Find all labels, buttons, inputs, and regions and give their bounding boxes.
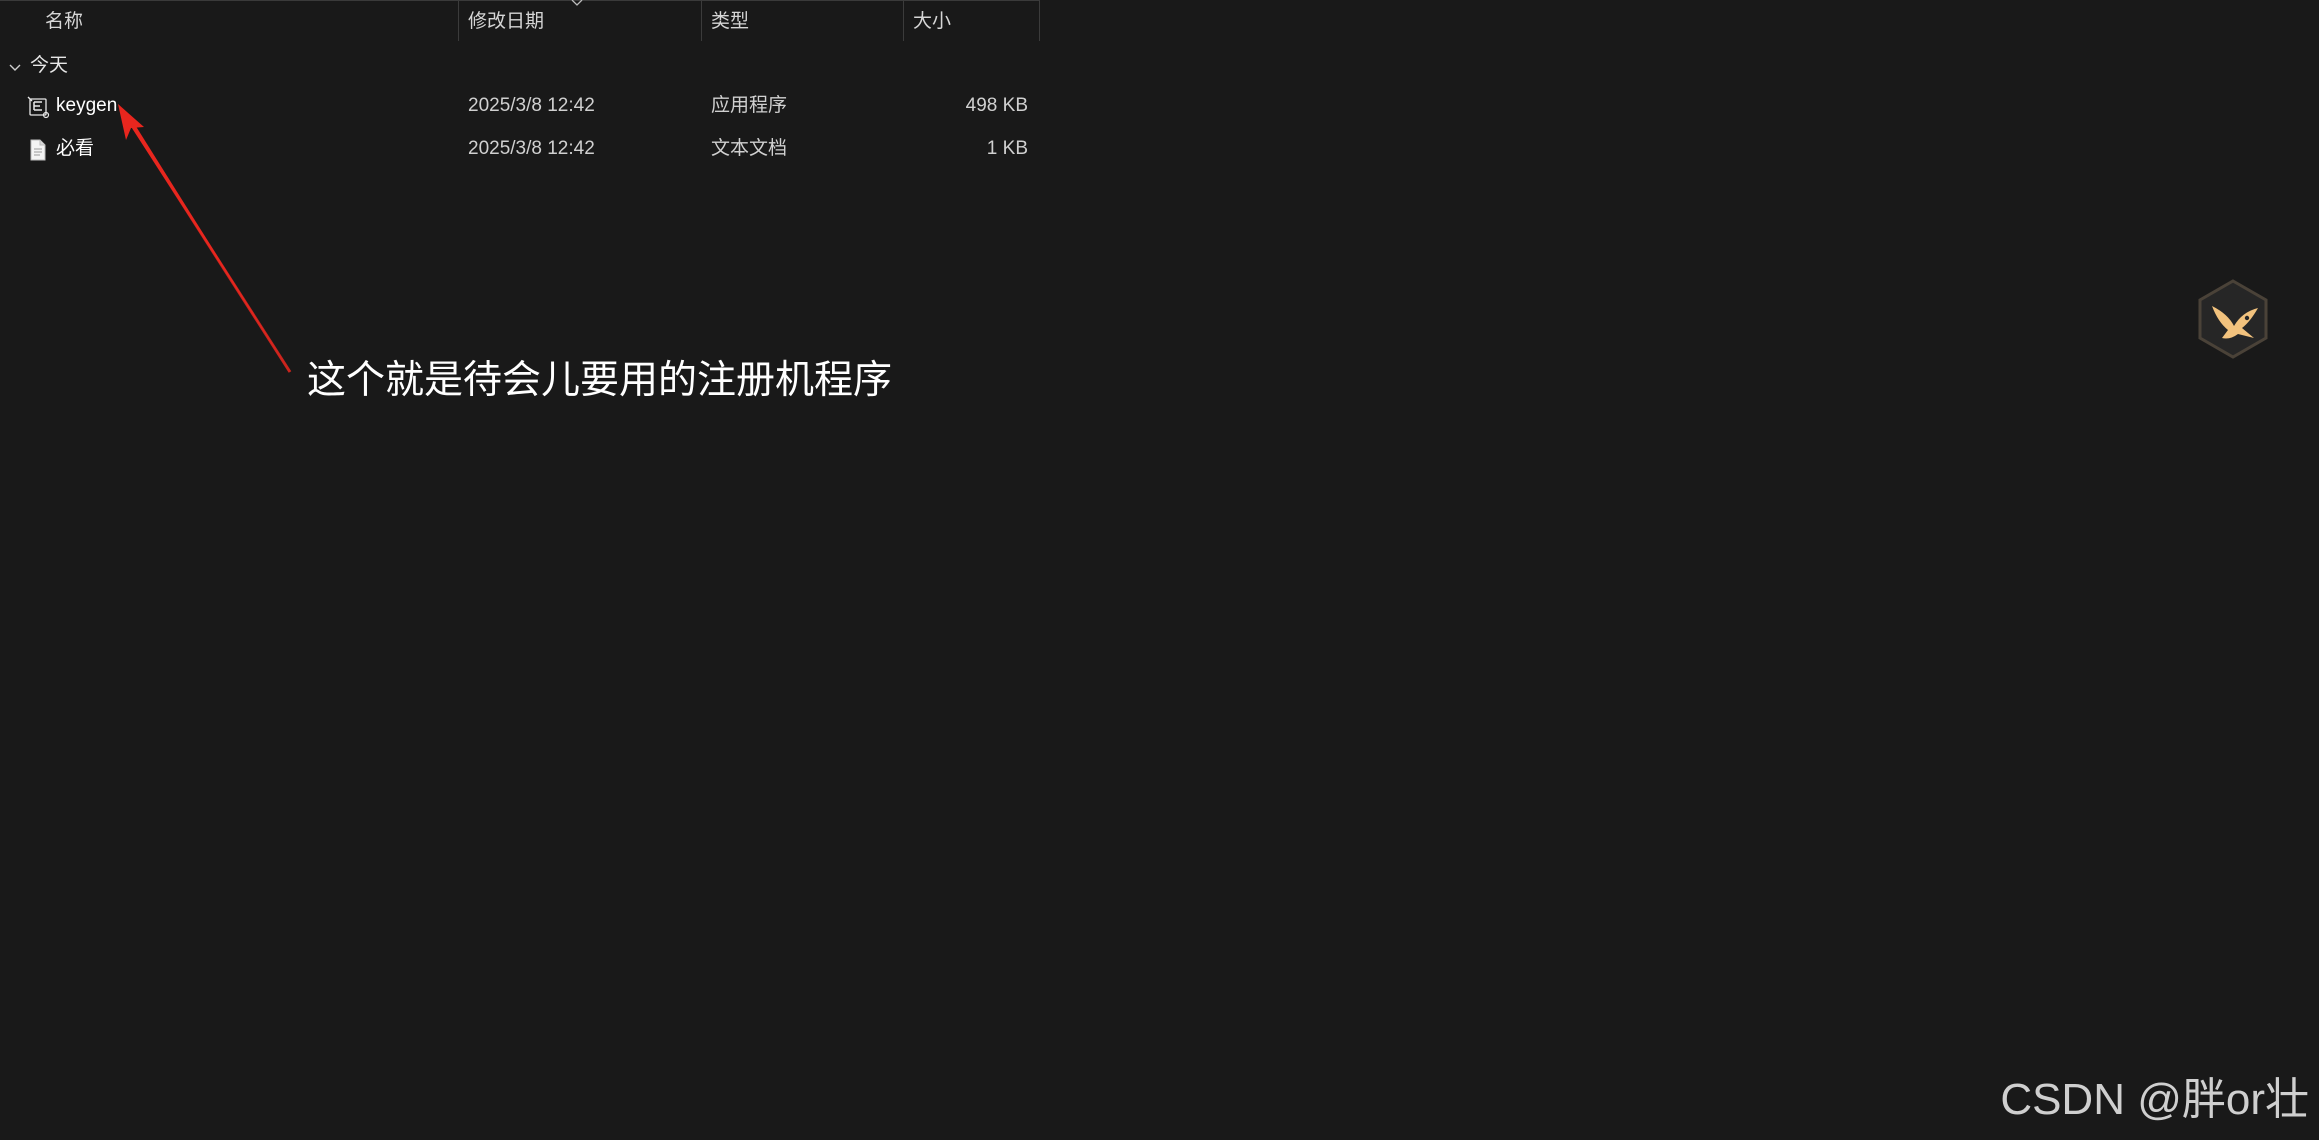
annotation-text: 这个就是待会儿要用的注册机程序: [307, 359, 893, 402]
csdn-watermark: CSDN @胖or壮: [2000, 1075, 2309, 1124]
file-explorer-window: 名称 修改日期 类型 大小 今天 keygen 2025/3/8 12:42 应…: [0, 0, 2319, 1140]
bird-logo-badge-icon[interactable]: [2192, 278, 2274, 360]
annotation-arrow: [118, 104, 292, 373]
